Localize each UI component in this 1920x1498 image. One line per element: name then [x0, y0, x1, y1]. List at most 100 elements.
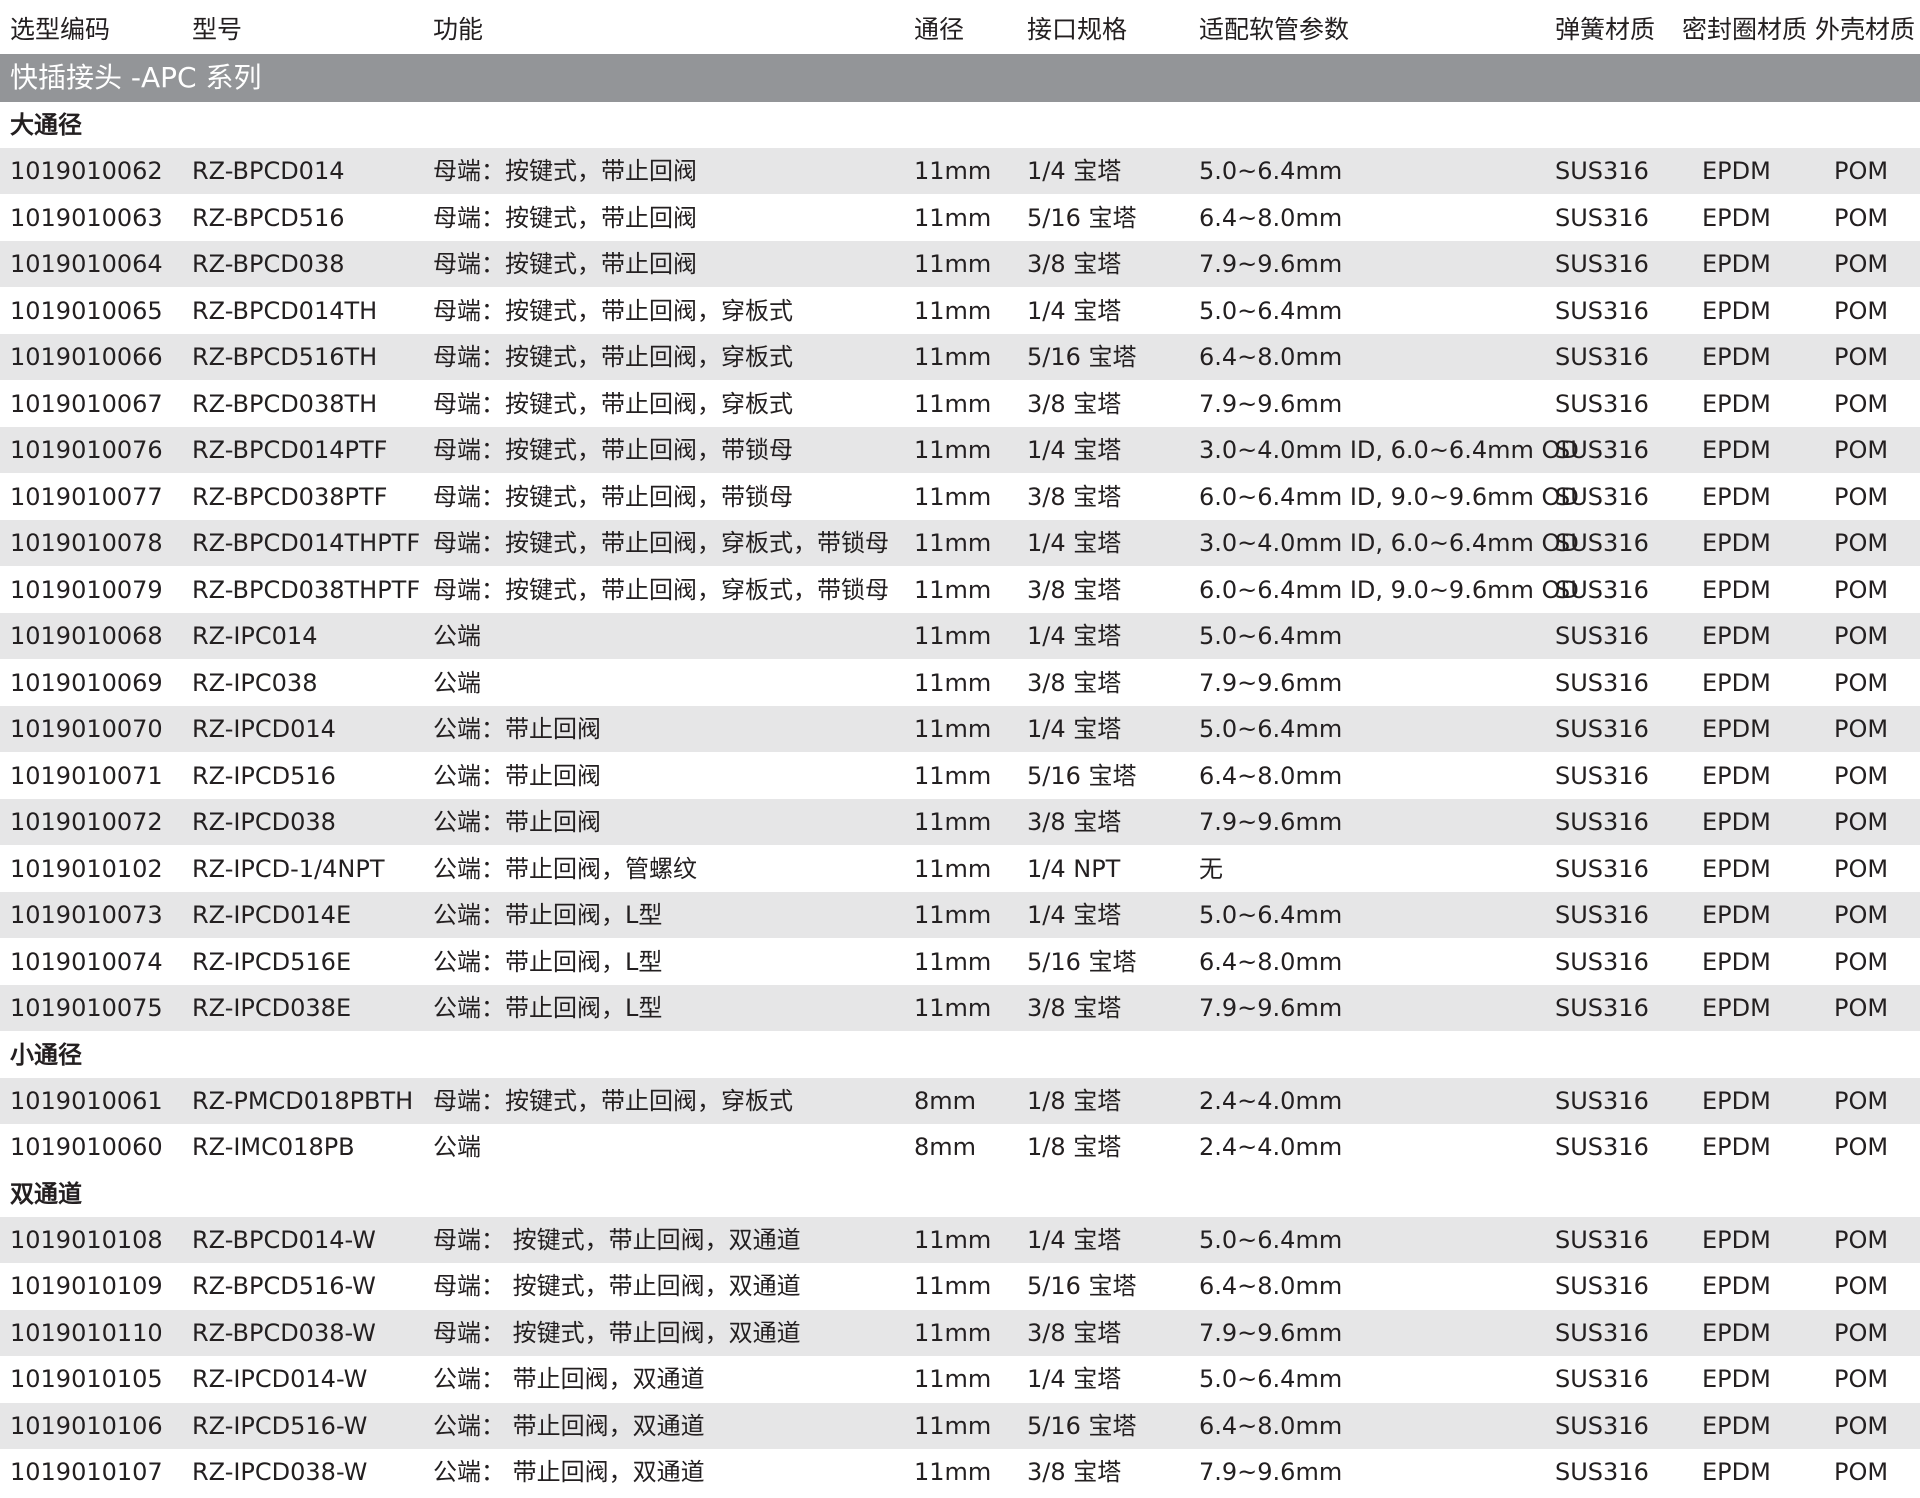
table-row: 1019010069 RZ-IPC038 公端 11mm 3/8 宝塔 7.9~9.6mm…: [0, 660, 1920, 706]
cell-model: RZ-IPCD014-W: [192, 1365, 368, 1393]
cell-hose: 5.0~6.4mm: [1199, 622, 1343, 650]
cell-spring: SUS316: [1555, 1319, 1649, 1347]
cell-hose: 6.4~8.0mm: [1199, 204, 1343, 232]
cell-seal: EPDM: [1702, 715, 1771, 743]
cell-hose: 6.4~8.0mm: [1199, 1412, 1343, 1440]
cell-bore: 11mm: [914, 622, 992, 650]
cell-connection: 5/16 宝塔: [1027, 1272, 1137, 1300]
table-row: 1019010072 RZ-IPCD038 公端：带止回阀 11mm 3/8 宝塔 7.9…: [0, 799, 1920, 845]
cell-function: 母端： 按键式，带止回阀，双通道: [433, 1319, 801, 1347]
cell-code: 1019010065: [10, 297, 163, 325]
cell-spring: SUS316: [1555, 762, 1649, 790]
cell-model: RZ-IPCD516E: [192, 948, 352, 976]
cell-code: 1019010074: [10, 948, 163, 976]
cell-code: 1019010108: [10, 1226, 163, 1254]
cell-connection: 3/8 宝塔: [1027, 808, 1122, 836]
cell-connection: 3/8 宝塔: [1027, 1319, 1122, 1347]
cell-connection: 3/8 宝塔: [1027, 390, 1122, 418]
cell-model: RZ-IPCD038: [192, 808, 336, 836]
cell-spring: SUS316: [1555, 157, 1649, 185]
cell-connection: 3/8 宝塔: [1027, 483, 1122, 511]
table-row: 1019010067 RZ-BPCD038TH 母端：按键式，带止回阀，穿板式 11m…: [0, 381, 1920, 427]
cell-bore: 8mm: [914, 1133, 977, 1161]
table-row: 1019010107 RZ-IPCD038-W 公端： 带止回阀，双通道 11mm 3/…: [0, 1449, 1920, 1495]
cell-shell: POM: [1834, 343, 1889, 371]
cell-seal: EPDM: [1702, 762, 1771, 790]
cell-bore: 11mm: [914, 901, 992, 929]
table-row: 1019010074 RZ-IPCD516E 公端：带止回阀，L型 11mm 5/16 …: [0, 939, 1920, 985]
cell-code: 1019010062: [10, 157, 163, 185]
cell-spring: SUS316: [1555, 483, 1649, 511]
cell-seal: EPDM: [1702, 436, 1771, 464]
cell-seal: EPDM: [1702, 901, 1771, 929]
cell-shell: POM: [1834, 1272, 1889, 1300]
cell-spring: SUS316: [1555, 1226, 1649, 1254]
cell-code: 1019010072: [10, 808, 163, 836]
cell-shell: POM: [1834, 715, 1889, 743]
cell-shell: POM: [1834, 297, 1889, 325]
cell-hose: 7.9~9.6mm: [1199, 390, 1343, 418]
cell-connection: 1/4 宝塔: [1027, 715, 1122, 743]
cell-code: 1019010105: [10, 1365, 163, 1393]
cell-model: RZ-BPCD014PTF: [192, 436, 388, 464]
cell-spring: SUS316: [1555, 576, 1649, 604]
cell-bore: 11mm: [914, 994, 992, 1022]
cell-spring: SUS316: [1555, 390, 1649, 418]
cell-bore: 11mm: [914, 343, 992, 371]
cell-model: RZ-IMC018PB: [192, 1133, 355, 1161]
table-row: 1019010065 RZ-BPCD014TH 母端：按键式，带止回阀，穿板式 11m…: [0, 288, 1920, 334]
cell-connection: 5/16 宝塔: [1027, 343, 1137, 371]
cell-spring: SUS316: [1555, 1272, 1649, 1300]
cell-seal: EPDM: [1702, 994, 1771, 1022]
cell-model: RZ-BPCD014TH: [192, 297, 378, 325]
cell-hose: 6.0~6.4mm ID, 9.0~9.6mm OD: [1199, 483, 1579, 511]
cell-code: 1019010110: [10, 1319, 163, 1347]
cell-hose: 5.0~6.4mm: [1199, 297, 1343, 325]
cell-spring: SUS316: [1555, 901, 1649, 929]
cell-code: 1019010069: [10, 669, 163, 697]
cell-bore: 11mm: [914, 436, 992, 464]
cell-model: RZ-BPCD516-W: [192, 1272, 376, 1300]
cell-connection: 5/16 宝塔: [1027, 204, 1137, 232]
cell-code: 1019010073: [10, 901, 163, 929]
cell-bore: 11mm: [914, 1319, 992, 1347]
cell-code: 1019010106: [10, 1412, 163, 1440]
cell-bore: 11mm: [914, 1365, 992, 1393]
cell-code: 1019010107: [10, 1458, 163, 1486]
cell-function: 公端： 带止回阀，双通道: [433, 1365, 705, 1393]
cell-connection: 3/8 宝塔: [1027, 576, 1122, 604]
cell-model: RZ-IPCD516: [192, 762, 336, 790]
cell-seal: EPDM: [1702, 622, 1771, 650]
cell-seal: EPDM: [1702, 1412, 1771, 1440]
cell-function: 公端： 带止回阀，双通道: [433, 1458, 705, 1486]
cell-spring: SUS316: [1555, 1412, 1649, 1440]
column-header: 通径: [914, 15, 965, 44]
cell-function: 公端： 带止回阀，双通道: [433, 1412, 705, 1440]
table-row: 1019010075 RZ-IPCD038E 公端：带止回阀，L型 11mm 3/8 宝…: [0, 985, 1920, 1031]
cell-shell: POM: [1834, 157, 1889, 185]
cell-code: 1019010063: [10, 204, 163, 232]
cell-code: 1019010061: [10, 1087, 163, 1115]
cell-bore: 8mm: [914, 1087, 977, 1115]
table-row: 1019010061 RZ-PMCD018PBTH 母端：按键式，带止回阀，穿板式 8…: [0, 1078, 1920, 1124]
cell-model: RZ-BPCD038PTF: [192, 483, 388, 511]
cell-function: 公端：带止回阀: [433, 715, 601, 743]
cell-seal: EPDM: [1702, 1319, 1771, 1347]
cell-seal: EPDM: [1702, 204, 1771, 232]
cell-connection: 1/4 宝塔: [1027, 901, 1122, 929]
cell-function: 公端: [433, 669, 481, 697]
table-row: 1019010076 RZ-BPCD014PTF 母端：按键式，带止回阀，带锁母 11…: [0, 427, 1920, 473]
table-row: 1019010071 RZ-IPCD516 公端：带止回阀 11mm 5/16 宝塔 6.…: [0, 753, 1920, 799]
cell-spring: SUS316: [1555, 436, 1649, 464]
cell-spring: SUS316: [1555, 994, 1649, 1022]
cell-function: 母端：按键式，带止回阀，穿板式: [433, 297, 793, 325]
table-row: 1019010078 RZ-BPCD014THPTF 母端：按键式，带止回阀，穿板式…: [0, 520, 1920, 566]
cell-connection: 1/4 宝塔: [1027, 157, 1122, 185]
cell-shell: POM: [1834, 901, 1889, 929]
cell-spring: SUS316: [1555, 529, 1649, 557]
cell-connection: 1/4 宝塔: [1027, 529, 1122, 557]
cell-shell: POM: [1834, 390, 1889, 418]
cell-code: 1019010060: [10, 1133, 163, 1161]
cell-function: 母端：按键式，带止回阀，穿板式: [433, 390, 793, 418]
cell-model: RZ-IPC038: [192, 669, 318, 697]
